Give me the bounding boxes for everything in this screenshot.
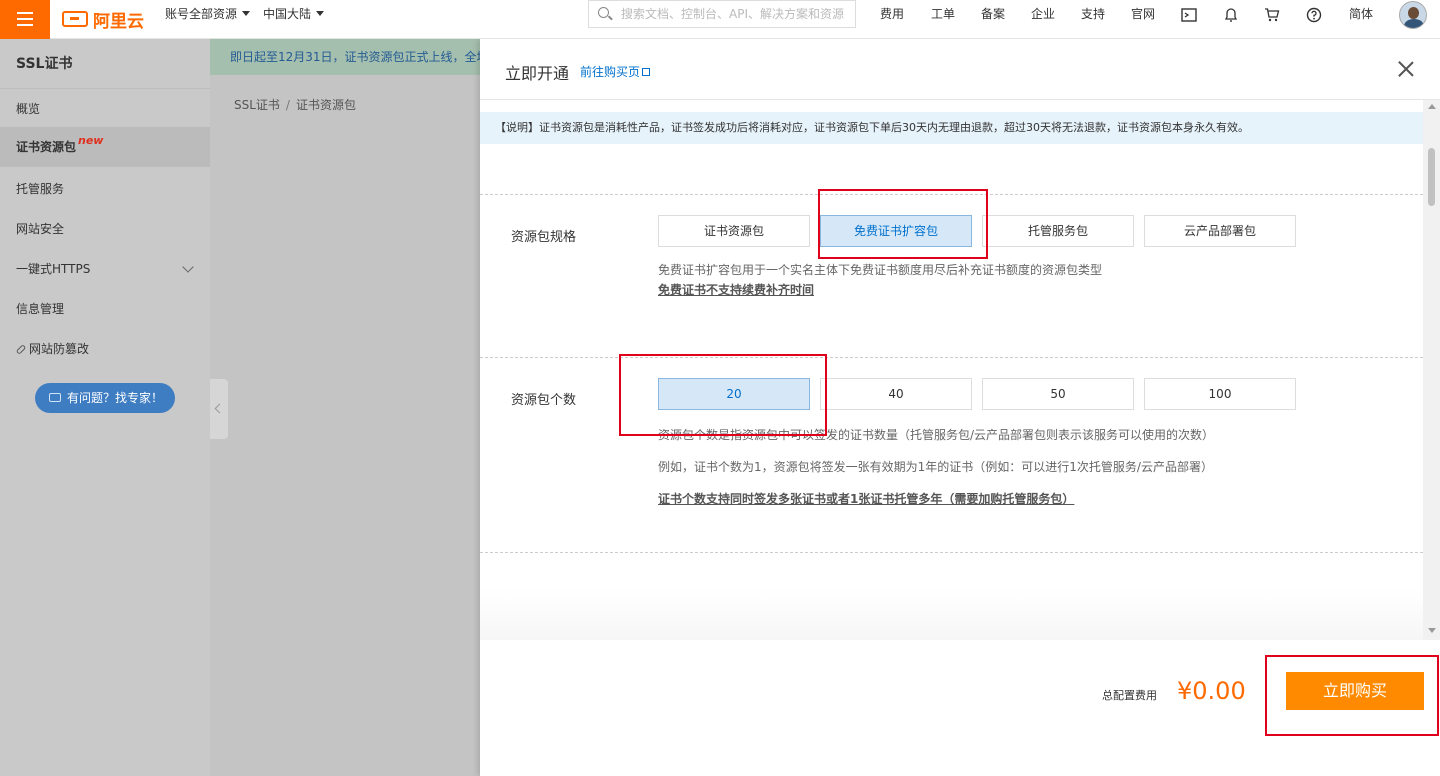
top-bar: 阿里云 账号全部资源 中国大陆 搜索文档、控制台、API、解决方案和资源 费用 … [0, 0, 1440, 39]
menu-icon[interactable] [0, 0, 50, 39]
cart-icon[interactable] [1264, 7, 1280, 23]
terminal-icon[interactable] [1181, 7, 1197, 23]
external-link-icon [642, 68, 651, 76]
sidebar-item-overview[interactable]: 概览 [0, 89, 210, 129]
caret-down-icon [242, 11, 251, 16]
breadcrumb-ssl[interactable]: SSL证书 [234, 98, 280, 112]
section-divider [480, 194, 1423, 195]
bell-icon[interactable] [1223, 7, 1239, 23]
new-badge: new [78, 134, 104, 147]
nav-icp[interactable]: 备案 [981, 0, 1005, 28]
count-description: 资源包个数是指资源包中可以签发的证书数量（托管服务包/云产品部署包则表示该服务可… [658, 428, 1215, 442]
sidebar-title: SSL证书 [16, 56, 73, 72]
help-icon[interactable] [1306, 7, 1322, 23]
section-divider [480, 552, 1423, 553]
nav-support[interactable]: 支持 [1081, 0, 1105, 28]
spec-option-cloud-deploy[interactable]: 云产品部署包 [1144, 215, 1296, 247]
search-placeholder: 搜索文档、控制台、API、解决方案和资源 [621, 7, 844, 21]
scroll-thumb[interactable] [1428, 148, 1435, 206]
drawer-footer: 总配置费用 ¥0.00 立即购买 [480, 640, 1440, 776]
purchase-drawer: 立即开通 前往购买页 【说明】证书资源包是消耗性产品，证书签发成功后将消耗对应，… [480, 39, 1440, 776]
purchase-page-link-label: 前往购买页 [580, 65, 641, 79]
chat-icon [49, 393, 61, 402]
spec-option-hosting[interactable]: 托管服务包 [982, 215, 1134, 247]
sidebar: SSL证书 概览 证书资源包 new 托管服务 网站安全 一键式HTTPS 信息管… [0, 39, 210, 776]
spec-option-free-expansion[interactable]: 免费证书扩容包 [820, 215, 972, 247]
drawer-header-divider [480, 99, 1440, 100]
collapse-sidebar-handle[interactable] [210, 379, 228, 439]
content-fade [480, 589, 1423, 641]
notice-bar: 【说明】证书资源包是消耗性产品，证书签发成功后将消耗对应，证书资源包下单后30天… [480, 112, 1423, 144]
sidebar-item-label: 证书资源包 [16, 140, 77, 154]
count-note[interactable]: 证书个数支持同时签发多张证书或者1张证书托管多年（需要加购托管服务包） [658, 490, 1074, 507]
sidebar-item-info-management[interactable]: 信息管理 [0, 289, 210, 329]
scrollbar[interactable] [1423, 100, 1440, 640]
sidebar-item-label: 信息管理 [16, 302, 65, 316]
promo-banner[interactable]: 即日起至12月31日，证书资源包正式上线，全场 [210, 39, 480, 75]
search-icon [598, 7, 609, 18]
sidebar-item-label: 网站安全 [16, 222, 65, 236]
nav-enterprise[interactable]: 企业 [1031, 0, 1055, 28]
count-option-100[interactable]: 100 [1144, 378, 1296, 410]
avatar[interactable] [1399, 1, 1427, 29]
breadcrumb-current: 证书资源包 [295, 98, 356, 112]
ask-expert-button[interactable]: 有问题？找专家！ [35, 383, 175, 413]
account-dropdown[interactable]: 账号全部资源 [165, 0, 251, 39]
nav-fee[interactable]: 费用 [880, 0, 904, 28]
spec-description: 免费证书扩容包用于一个实名主体下免费证书额度用尽后补充证书额度的资源包类型 [658, 263, 1103, 277]
total-fee-value: ¥0.00 [1177, 677, 1246, 705]
aliyun-logo-icon [62, 11, 88, 27]
count-example: 例如，证书个数为1，资源包将签发一张有效期为1年的证书（例如：可以进行1次托管服… [658, 460, 1213, 474]
sidebar-item-label: 一键式HTTPS [16, 262, 91, 276]
sidebar-item-tamper-protection[interactable]: 网站防篡改 [0, 329, 210, 369]
main-content: 即日起至12月31日，证书资源包正式上线，全场 SSL证书 / 证书资源包 [210, 39, 480, 776]
external-link-icon [15, 344, 27, 355]
count-option-50[interactable]: 50 [982, 378, 1134, 410]
total-fee-label: 总配置费用 [1102, 689, 1157, 702]
aliyun-logo[interactable]: 阿里云 [62, 7, 144, 32]
purchase-page-link[interactable]: 前往购买页 [580, 63, 651, 80]
caret-down-icon [316, 11, 325, 16]
sidebar-item-one-click-https[interactable]: 一键式HTTPS [0, 249, 210, 289]
sidebar-item-label: 托管服务 [16, 182, 65, 196]
search-input[interactable]: 搜索文档、控制台、API、解决方案和资源 [588, 0, 856, 28]
count-option-20[interactable]: 20 [658, 378, 810, 410]
language-switch[interactable]: 简体 [1349, 0, 1373, 28]
region-dropdown-label: 中国大陆 [263, 7, 312, 21]
sidebar-item-hosting[interactable]: 托管服务 [0, 169, 210, 209]
breadcrumb: SSL证书 / 证书资源包 [234, 98, 356, 112]
scroll-down-icon[interactable] [1428, 628, 1436, 633]
buy-now-button[interactable]: 立即购买 [1286, 672, 1424, 710]
nav-ticket[interactable]: 工单 [931, 0, 955, 28]
close-icon[interactable] [1398, 61, 1414, 77]
count-label: 资源包个数 [511, 393, 577, 408]
region-dropdown[interactable]: 中国大陆 [263, 0, 325, 39]
spec-label: 资源包规格 [511, 230, 577, 245]
spec-option-cert-package[interactable]: 证书资源包 [658, 215, 810, 247]
scroll-up-icon[interactable] [1428, 104, 1436, 109]
drawer-title: 立即开通 [505, 64, 570, 83]
sidebar-item-label: 网站防篡改 [29, 342, 90, 356]
nav-official-site[interactable]: 官网 [1131, 0, 1155, 28]
account-dropdown-label: 账号全部资源 [165, 7, 238, 21]
ask-expert-label: 有问题？找专家！ [67, 391, 164, 405]
sidebar-item-label: 概览 [16, 102, 41, 116]
sidebar-item-site-security[interactable]: 网站安全 [0, 209, 210, 249]
chevron-down-icon [182, 261, 194, 273]
section-divider [480, 357, 1423, 358]
sidebar-item-cert-package[interactable]: 证书资源包 new [0, 127, 210, 167]
spec-note[interactable]: 免费证书不支持续费补齐时间 [658, 281, 814, 298]
count-option-40[interactable]: 40 [820, 378, 972, 410]
brand-name: 阿里云 [93, 11, 144, 32]
